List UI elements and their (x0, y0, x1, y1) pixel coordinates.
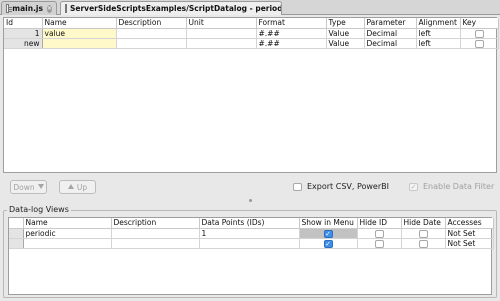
arrow-down-icon (37, 184, 44, 190)
datalog-views-panel: Name Description Data Points (IDs) Show … (8, 217, 494, 295)
close-icon[interactable]: ✕ (46, 4, 52, 13)
enable-data-filter-label: Enable Data Filter (423, 182, 495, 191)
fields-table: Id Name Description Unit Format Type Par… (4, 18, 499, 49)
name-cell[interactable] (23, 238, 112, 249)
fields-toolbar: Down Up Export CSV, PowerBI ✓ Enable Dat… (3, 176, 497, 198)
format-cell[interactable]: #.## (256, 38, 327, 49)
key-checkbox[interactable] (474, 39, 484, 47)
unit-cell[interactable] (186, 28, 257, 39)
key-checkbox[interactable] (474, 29, 484, 37)
column-header-name[interactable]: Name (23, 218, 112, 229)
description-cell[interactable] (116, 38, 187, 49)
type-cell[interactable]: Value (326, 28, 365, 39)
hide-date-cell (401, 228, 446, 239)
show-in-menu-checkbox[interactable]: ✓ (323, 239, 333, 247)
unit-cell[interactable] (186, 38, 257, 49)
parameter-cell[interactable]: Decimal (364, 38, 417, 49)
column-header-row-handle (9, 218, 24, 229)
hide-id-checkbox[interactable] (374, 239, 384, 247)
key-cell (460, 38, 499, 49)
column-header-description[interactable]: Description (116, 18, 187, 29)
hide-id-cell (357, 238, 402, 249)
column-header-id[interactable]: Id (4, 18, 43, 29)
show-in-menu-cell: ✓ (299, 238, 358, 249)
table-row[interactable]: new #.## Value Decimal left (4, 38, 499, 49)
move-up-label: Up (76, 182, 88, 192)
column-header-show-in-menu[interactable]: Show in Menu (299, 218, 358, 229)
export-csv-label: Export CSV, PowerBI (307, 182, 389, 191)
alignment-cell[interactable]: left (416, 38, 461, 49)
column-header-key[interactable]: Key (460, 18, 499, 29)
editor-tab-bar: main.js ✕ ServerSideScriptsExamples/Scri… (0, 0, 500, 15)
hide-date-checkbox[interactable] (418, 229, 428, 237)
name-cell[interactable] (42, 38, 117, 49)
datalog-views-title: Data-log Views (7, 205, 71, 214)
table-icon (65, 4, 67, 13)
row-id[interactable]: new (4, 38, 43, 49)
description-cell[interactable] (116, 28, 187, 39)
description-cell[interactable] (111, 228, 200, 239)
move-down-label: Down (13, 182, 35, 192)
fields-table-panel: Id Name Description Unit Format Type Par… (3, 17, 499, 173)
column-header-description[interactable]: Description (111, 218, 200, 229)
accesses-cell[interactable]: Not Set (445, 238, 494, 249)
row-handle[interactable] (9, 238, 24, 249)
column-header-type[interactable]: Type (326, 18, 365, 29)
column-header-alignment[interactable]: Alignment (416, 18, 461, 29)
tab-main-js[interactable]: main.js ✕ (1, 1, 57, 15)
export-csv-option[interactable]: Export CSV, PowerBI (293, 182, 389, 191)
type-cell[interactable]: Value (326, 38, 365, 49)
data-points-cell[interactable]: 1 (199, 228, 300, 239)
column-header-parameter[interactable]: Parameter (364, 18, 417, 29)
name-cell[interactable]: periodic (23, 228, 112, 239)
key-cell (460, 28, 499, 39)
datalog-views-table: Name Description Data Points (IDs) Show … (9, 218, 494, 249)
show-in-menu-cell: ✓ (299, 228, 358, 239)
arrow-up-icon (67, 184, 74, 190)
row-id[interactable]: 1 (4, 28, 43, 39)
table-row[interactable]: ✓ Not Set (9, 238, 494, 249)
alignment-cell[interactable]: left (416, 28, 461, 39)
tab-label: main.js (12, 4, 43, 13)
hide-id-cell (357, 228, 402, 239)
column-header-format[interactable]: Format (256, 18, 327, 29)
tab-script-datalog[interactable]: ServerSideScriptsExamples/ScriptDatalog … (60, 1, 282, 15)
datalog-views-header: Name Description Data Points (IDs) Show … (9, 218, 494, 229)
format-cell[interactable]: #.## (256, 28, 327, 39)
data-points-cell[interactable] (199, 238, 300, 249)
column-header-accesses[interactable]: Accesses (445, 218, 494, 229)
hide-id-checkbox[interactable] (374, 229, 384, 237)
enable-data-filter-option: ✓ Enable Data Filter (409, 182, 494, 191)
hide-date-checkbox[interactable] (418, 239, 428, 247)
column-header-hide-id[interactable]: Hide ID (357, 218, 402, 229)
column-header-hide-date[interactable]: Hide Date (401, 218, 446, 229)
row-handle[interactable] (9, 228, 24, 239)
export-csv-checkbox[interactable] (293, 182, 302, 191)
parameter-cell[interactable]: Decimal (364, 28, 417, 39)
splitter-handle[interactable] (249, 199, 252, 202)
description-cell[interactable] (111, 238, 200, 249)
table-row[interactable]: periodic 1 ✓ Not Set (9, 228, 494, 239)
name-cell[interactable]: value (42, 28, 117, 39)
column-header-name[interactable]: Name (42, 18, 117, 29)
tab-label: ServerSideScriptsExamples/ScriptDatalog … (70, 4, 282, 13)
show-in-menu-checkbox[interactable]: ✓ (323, 229, 333, 237)
move-up-button[interactable]: Up (59, 180, 96, 194)
column-header-unit[interactable]: Unit (186, 18, 257, 29)
column-header-data-points[interactable]: Data Points (IDs) (199, 218, 300, 229)
move-down-button[interactable]: Down (10, 180, 47, 194)
accesses-cell[interactable]: Not Set (445, 228, 494, 239)
fields-table-header: Id Name Description Unit Format Type Par… (4, 18, 499, 29)
table-row[interactable]: 1 value #.## Value Decimal left (4, 28, 499, 39)
hide-date-cell (401, 238, 446, 249)
document-icon (6, 4, 13, 13)
enable-data-filter-checkbox: ✓ (409, 182, 418, 191)
